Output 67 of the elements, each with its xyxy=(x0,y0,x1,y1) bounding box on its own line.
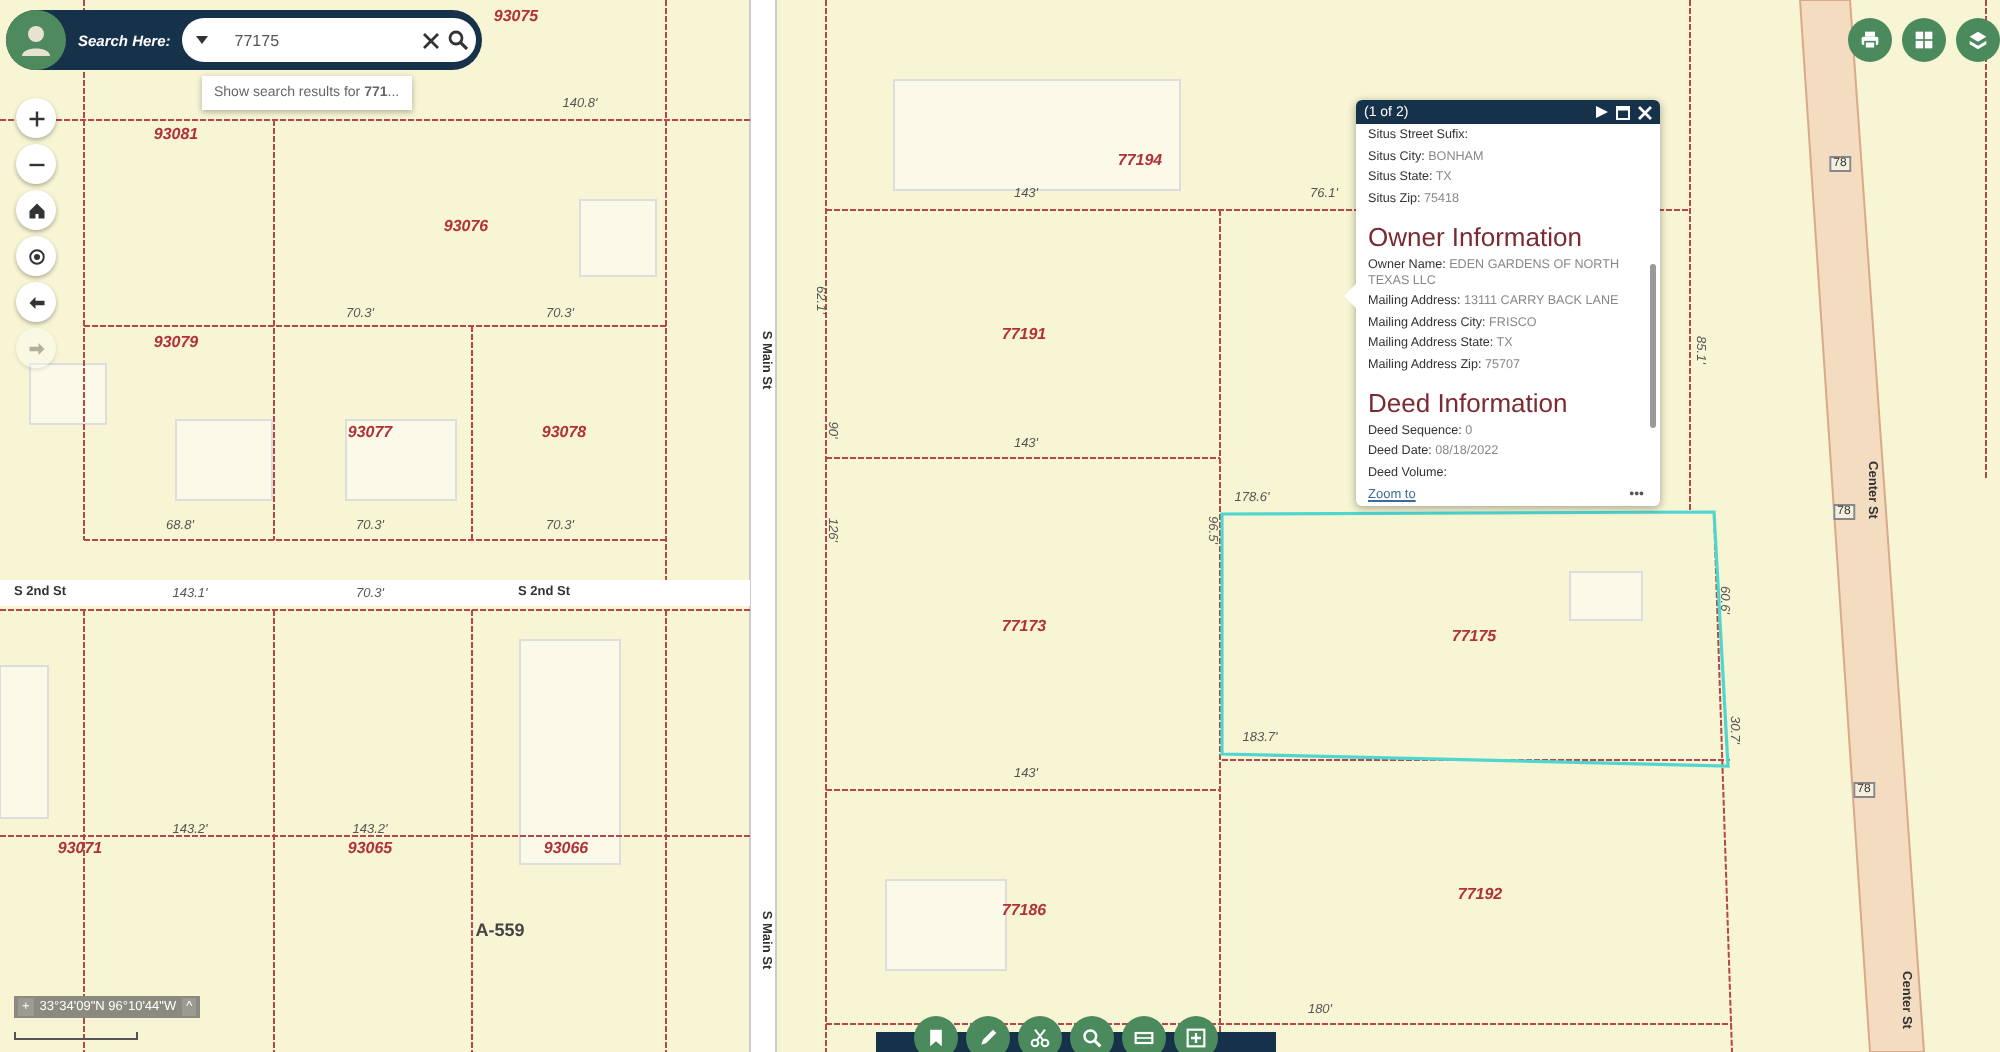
close-icon xyxy=(1638,105,1652,119)
search-button[interactable] xyxy=(448,30,469,50)
search-field[interactable]: 77175 xyxy=(182,18,477,62)
add-button[interactable] xyxy=(1174,1016,1218,1052)
search-icon xyxy=(448,30,469,50)
survey-label: A-559 xyxy=(475,920,525,940)
building-footprint xyxy=(579,199,657,277)
parcel-number: 93065 xyxy=(347,839,393,857)
print-button[interactable] xyxy=(1848,18,1892,62)
parcel-number: 93081 xyxy=(153,125,199,143)
edit-button[interactable] xyxy=(966,1016,1010,1052)
bookmark-icon xyxy=(926,1028,946,1048)
building-footprint xyxy=(885,879,1007,971)
maximize-icon xyxy=(1616,105,1630,119)
parcel-number: 93079 xyxy=(153,333,199,351)
grid-icon xyxy=(1914,30,1934,50)
parcel-number: 77186 xyxy=(1001,901,1047,919)
parcel-number: 77175 xyxy=(1451,627,1497,645)
close-button[interactable] xyxy=(1638,105,1652,119)
parcel-number: 77191 xyxy=(1001,325,1047,343)
zoom-in-icon xyxy=(27,109,45,127)
avatar[interactable] xyxy=(6,10,66,70)
next-button[interactable] xyxy=(1596,106,1608,118)
parcel-number: 77192 xyxy=(1457,885,1503,903)
home-button[interactable] xyxy=(16,190,56,230)
parcel-number: 77194 xyxy=(1117,151,1163,169)
clear-button[interactable] xyxy=(422,31,441,49)
parcel-number: 93075 xyxy=(493,7,539,25)
section-heading: Owner Information xyxy=(1368,224,1584,252)
zoom-in-button[interactable] xyxy=(16,98,56,138)
maximize-button[interactable] xyxy=(1616,105,1630,119)
building-footprint xyxy=(175,419,273,501)
zoom-search-button[interactable] xyxy=(1070,1016,1114,1052)
parcel-number: 93071 xyxy=(57,839,103,857)
target-icon xyxy=(27,247,45,265)
parcel-number: 93077 xyxy=(347,423,393,441)
parcel-number: 77173 xyxy=(1001,617,1047,635)
left-arrow-icon xyxy=(27,293,45,311)
pencil-icon xyxy=(978,1028,998,1048)
building-footprint xyxy=(1569,571,1643,621)
home-icon xyxy=(27,201,45,219)
parcel-number: 93078 xyxy=(541,423,587,441)
close-icon xyxy=(422,31,441,49)
measure-button[interactable] xyxy=(1018,1016,1062,1052)
back-button[interactable] xyxy=(16,282,56,322)
scissors-icon xyxy=(1030,1028,1050,1048)
table-button[interactable] xyxy=(1122,1016,1166,1052)
layers-icon xyxy=(1968,30,1988,50)
play-icon xyxy=(1596,106,1608,118)
caret-icon xyxy=(196,36,209,44)
locate-button[interactable] xyxy=(16,236,56,276)
plus-square-icon xyxy=(1186,1028,1206,1048)
bookmark-button[interactable] xyxy=(914,1016,958,1052)
section-heading: Deed Information xyxy=(1368,390,1570,418)
search-icon xyxy=(1082,1028,1102,1048)
user-silhouette-icon xyxy=(18,22,54,58)
parcel-number: 93066 xyxy=(543,839,589,857)
scrollbar[interactable] xyxy=(1650,264,1656,428)
layers-button[interactable] xyxy=(1956,18,2000,62)
building-footprint xyxy=(29,363,107,425)
rectangle-icon xyxy=(1134,1028,1154,1048)
scale-bar xyxy=(14,1032,138,1040)
building-footprint xyxy=(345,419,457,501)
parcel-number: 93076 xyxy=(443,217,489,235)
right-arrow-icon xyxy=(27,339,45,357)
basemap-button[interactable] xyxy=(1902,18,1946,62)
print-icon xyxy=(1860,30,1880,50)
